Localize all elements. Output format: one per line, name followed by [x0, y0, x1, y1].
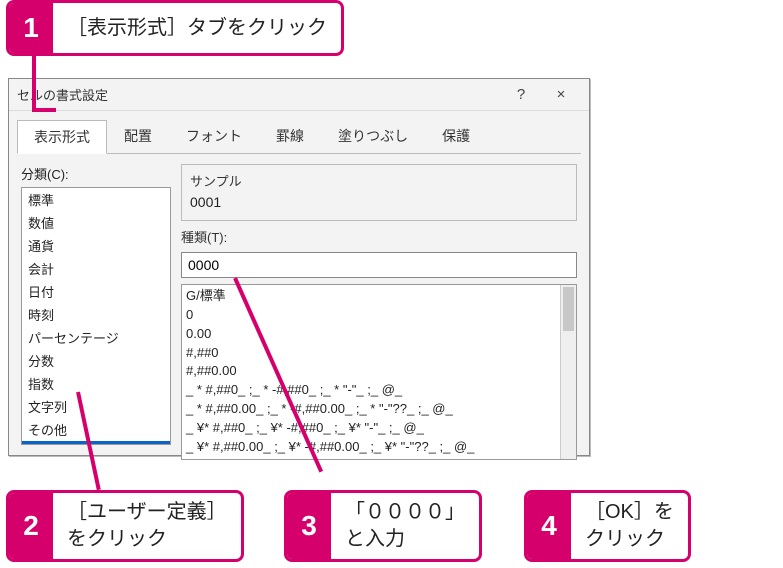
tab-protection[interactable]: 保護 — [425, 119, 487, 153]
callout-4-number: 4 — [527, 493, 571, 559]
category-item[interactable]: パーセンテージ — [22, 326, 170, 349]
category-column: 分類(C): 標準 数値 通貨 会計 日付 時刻 パーセンテージ 分数 指数 文… — [21, 164, 171, 445]
category-label: 分類(C): — [21, 164, 171, 183]
category-item[interactable]: 分数 — [22, 349, 170, 372]
category-item[interactable]: その他 — [22, 418, 170, 441]
tab-fill[interactable]: 塗りつぶし — [321, 119, 425, 153]
category-item[interactable]: 数値 — [22, 211, 170, 234]
sample-value: 0001 — [190, 190, 568, 210]
callout-1-text: ［表示形式］タブをクリック — [53, 3, 341, 53]
callout-2: 2 ［ユーザー定義］ をクリック — [6, 490, 244, 562]
format-list[interactable]: G/標準 0 0.00 #,##0 #,##0.00 _ * #,##0_ ;_… — [181, 284, 577, 460]
tab-border[interactable]: 罫線 — [259, 119, 321, 153]
callout-4: 4 ［OK］を クリック — [524, 490, 691, 562]
tab-font[interactable]: フォント — [169, 119, 259, 153]
tab-alignment[interactable]: 配置 — [107, 119, 169, 153]
number-format-pane: 分類(C): 標準 数値 通貨 会計 日付 時刻 パーセンテージ 分数 指数 文… — [17, 153, 581, 449]
sample-label: サンプル — [190, 171, 568, 190]
category-item[interactable]: 指数 — [22, 372, 170, 395]
callout-3-text: 「００００」 と入力 — [331, 493, 479, 559]
help-button[interactable]: ? — [501, 82, 541, 108]
callout-4-text: ［OK］を クリック — [571, 493, 688, 559]
format-list-scrollbar[interactable] — [560, 285, 576, 459]
callout-1-number: 1 — [9, 3, 53, 53]
format-list-wrap: G/標準 0 0.00 #,##0 #,##0.00 _ * #,##0_ ;_… — [181, 284, 577, 460]
callout-2-text: ［ユーザー定義］ をクリック — [53, 493, 241, 559]
dialog-title: セルの書式設定 — [17, 85, 501, 104]
format-cells-dialog: セルの書式設定 ? × 表示形式 配置 フォント 罫線 塗りつぶし 保護 分類(… — [8, 78, 590, 456]
category-item-custom[interactable]: ユーザー定義 — [22, 441, 170, 445]
format-detail-column: サンプル 0001 種類(T): G/標準 0 0.00 #,##0 #,##0… — [181, 164, 577, 445]
callout-2-number: 2 — [9, 493, 53, 559]
sample-group: サンプル 0001 — [181, 164, 577, 221]
category-item[interactable]: 時刻 — [22, 303, 170, 326]
type-label: 種類(T): — [181, 227, 577, 246]
category-item[interactable]: 標準 — [22, 188, 170, 211]
type-input[interactable] — [181, 252, 577, 278]
callout-3: 3 「００００」 と入力 — [284, 490, 482, 562]
dialog-titlebar: セルの書式設定 ? × — [9, 79, 589, 111]
category-list[interactable]: 標準 数値 通貨 会計 日付 時刻 パーセンテージ 分数 指数 文字列 その他 … — [21, 187, 171, 445]
category-item[interactable]: 会計 — [22, 257, 170, 280]
callout-1-leader-v — [32, 56, 36, 108]
category-item[interactable]: 通貨 — [22, 234, 170, 257]
callout-1-leader-h — [32, 108, 56, 112]
callout-3-number: 3 — [287, 493, 331, 559]
category-item[interactable]: 文字列 — [22, 395, 170, 418]
close-button[interactable]: × — [541, 82, 581, 108]
tab-number-format[interactable]: 表示形式 — [17, 120, 107, 154]
category-item[interactable]: 日付 — [22, 280, 170, 303]
scrollbar-thumb[interactable] — [563, 287, 574, 331]
dialog-tabs: 表示形式 配置 フォント 罫線 塗りつぶし 保護 — [9, 111, 589, 153]
callout-1: 1 ［表示形式］タブをクリック — [6, 0, 344, 56]
